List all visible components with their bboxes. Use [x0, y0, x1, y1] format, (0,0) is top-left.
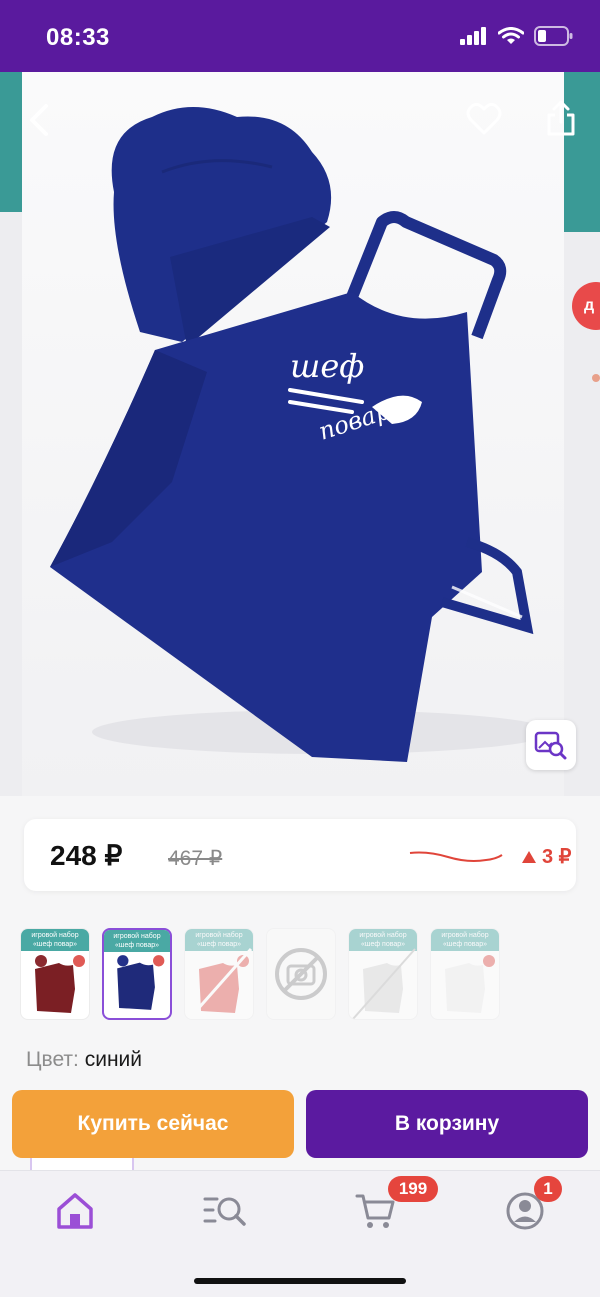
- product-photo[interactable]: шеф повар: [22, 72, 564, 796]
- variant-thumb-ivory[interactable]: игровой набор «шеф повар»: [430, 928, 500, 1020]
- status-time: 08:33: [46, 24, 110, 51]
- variant-thumb-burgundy[interactable]: игровой набор «шеф повар»: [20, 928, 90, 1020]
- price-delta: 3 ₽: [522, 844, 571, 869]
- product-page: 08:33 шеф повар д 248 ₽ 467 ₽ 3 ₽ игрово…: [0, 0, 600, 1297]
- product-gallery[interactable]: шеф повар д: [0, 72, 600, 796]
- variant-thumbnails: игровой набор «шеф повар» игровой набор …: [20, 928, 500, 1020]
- back-button[interactable]: [22, 100, 56, 140]
- gallery-dot: [592, 374, 600, 382]
- current-price: 248 ₽: [50, 840, 123, 871]
- gallery-next-peek: [562, 72, 600, 232]
- add-to-cart-button[interactable]: В корзину: [306, 1090, 588, 1158]
- heart-icon: [466, 102, 502, 135]
- share-button[interactable]: [544, 98, 578, 138]
- signal-icon: [460, 27, 486, 45]
- variant-thumb-white[interactable]: игровой набор «шеф повар»: [348, 928, 418, 1020]
- gallery-prev-peek: [0, 72, 22, 212]
- price-card[interactable]: 248 ₽ 467 ₽ 3 ₽: [24, 819, 576, 891]
- chevron-left-icon: [30, 104, 48, 136]
- price-trend-sparkline: [409, 851, 503, 862]
- color-value: синий: [84, 1048, 143, 1071]
- arrow-up-icon: [522, 850, 536, 863]
- cart-count-badge: 199: [388, 1176, 438, 1202]
- home-icon: [57, 1193, 93, 1229]
- apron-illustration: шеф повар: [50, 107, 552, 762]
- image-search-button[interactable]: [526, 720, 576, 770]
- status-icons: [460, 26, 574, 46]
- no-image-icon: [275, 948, 327, 1000]
- catalog-search-icon: [203, 1197, 246, 1226]
- status-bar: 08:33: [0, 0, 600, 72]
- favorite-button[interactable]: [466, 102, 502, 136]
- old-price: 467 ₽: [168, 847, 223, 870]
- promo-badge-peek[interactable]: д: [572, 282, 600, 330]
- color-label: Цвет:: [26, 1048, 79, 1071]
- share-icon: [547, 100, 575, 136]
- home-indicator[interactable]: [194, 1278, 406, 1284]
- apron-logo-line1: шеф: [290, 347, 364, 385]
- variant-thumb-blue[interactable]: игровой набор «шеф повар»: [102, 928, 172, 1020]
- battery-icon: [534, 26, 573, 46]
- variant-thumb-unavailable[interactable]: [266, 928, 336, 1020]
- price-delta-value: 3 ₽: [542, 846, 572, 868]
- variant-thumb-pink[interactable]: игровой набор «шеф повар»: [184, 928, 254, 1020]
- nav-home[interactable]: [53, 1189, 97, 1233]
- color-selection: Цвет: синий: [26, 1048, 142, 1072]
- buy-now-button[interactable]: Купить сейчас: [12, 1090, 294, 1158]
- wifi-icon: [498, 27, 524, 44]
- profile-notification-badge: 1: [534, 1176, 562, 1202]
- nav-catalog[interactable]: [203, 1189, 247, 1233]
- image-search-icon: [534, 731, 567, 760]
